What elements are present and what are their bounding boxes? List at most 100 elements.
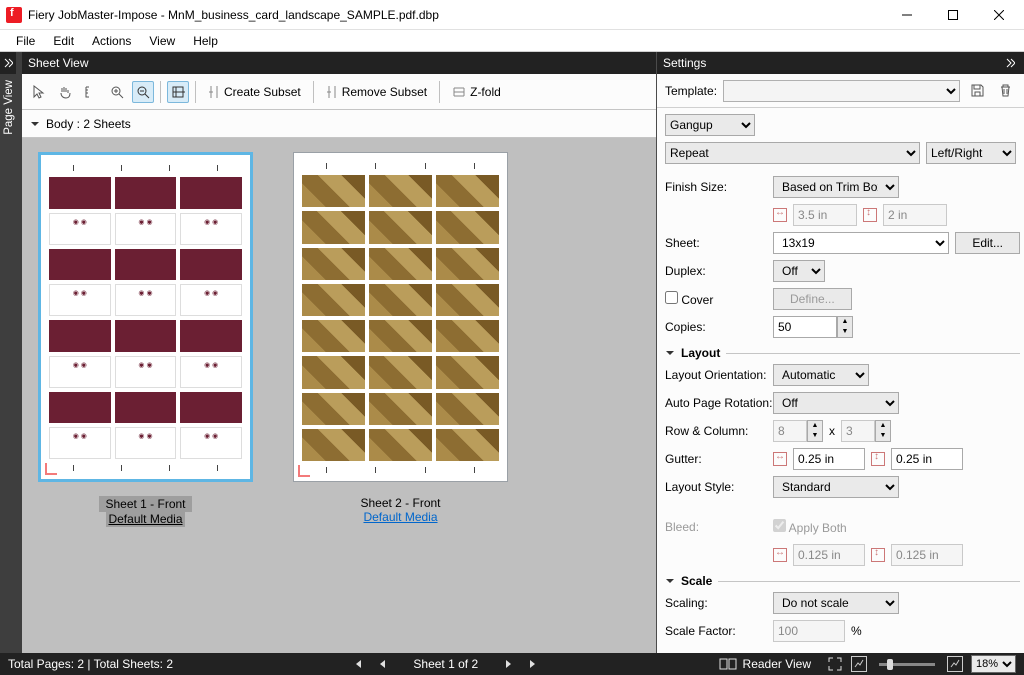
reader-view-icon[interactable]	[719, 657, 737, 671]
orientation-label: Layout Orientation:	[665, 368, 773, 382]
maximize-button[interactable]	[930, 0, 976, 29]
caret-down-icon	[665, 348, 675, 358]
sheet-edit-button[interactable]: Edit...	[955, 232, 1020, 254]
pan-tool-icon[interactable]	[54, 81, 76, 103]
menu-actions[interactable]: Actions	[84, 32, 139, 50]
origin-marker-icon	[298, 465, 310, 477]
finish-size-select[interactable]: Based on Trim Box	[773, 176, 899, 198]
bleed-v-icon	[871, 548, 885, 562]
cover-define-button: Define...	[773, 288, 852, 310]
rotation-label: Auto Page Rotation:	[665, 396, 773, 410]
copies-label: Copies:	[665, 320, 773, 334]
separator	[160, 81, 161, 103]
status-bar: Total Pages: 2 | Total Sheets: 2 Sheet 1…	[0, 653, 1024, 675]
menu-file[interactable]: File	[8, 32, 43, 50]
last-sheet-icon[interactable]	[524, 656, 542, 672]
zfold-icon	[452, 85, 466, 99]
orientation-select[interactable]: Automatic	[773, 364, 869, 386]
duplex-select[interactable]: Off	[773, 260, 825, 282]
rotation-select[interactable]: Off	[773, 392, 899, 414]
layout-style-select[interactable]: Standard	[773, 476, 899, 498]
sheet-position-text: Sheet 1 of 2	[413, 657, 478, 671]
menu-edit[interactable]: Edit	[45, 32, 82, 50]
layout-section-header[interactable]: Layout	[665, 346, 1020, 360]
first-sheet-icon[interactable]	[349, 656, 367, 672]
cover-checkbox-label[interactable]: Cover	[665, 291, 773, 307]
duplex-label: Duplex:	[665, 264, 773, 278]
copies-input[interactable]	[773, 316, 837, 338]
zoom-slider[interactable]	[879, 663, 935, 666]
origin-marker-icon	[45, 463, 57, 475]
zoom-max-icon[interactable]	[947, 656, 963, 672]
window-title: Fiery JobMaster-Impose - MnM_business_ca…	[28, 8, 884, 22]
rows-stepper[interactable]: ▲▼	[773, 420, 823, 442]
zoom-in-icon[interactable]	[106, 81, 128, 103]
separator	[313, 81, 314, 103]
sheet-2-media-link[interactable]: Default Media	[363, 510, 437, 524]
page-view-panel-label: Page View	[0, 74, 18, 141]
fit-page-icon[interactable]	[827, 656, 843, 672]
sheet-2-block[interactable]: Sheet 2 - Front Default Media	[293, 152, 508, 524]
template-label: Template:	[665, 84, 717, 98]
save-template-icon[interactable]	[966, 80, 988, 102]
zoom-select[interactable]: 18%	[971, 655, 1016, 673]
menu-help[interactable]: Help	[185, 32, 226, 50]
copies-stepper[interactable]: ▲▼	[773, 316, 853, 338]
reader-view-button[interactable]: Reader View	[743, 657, 811, 671]
gutter-h-input[interactable]	[793, 448, 865, 470]
gutter-label: Gutter:	[665, 452, 773, 466]
gangup-style-select[interactable]: Repeat	[665, 142, 920, 164]
width-icon	[773, 208, 787, 222]
zoom-out-icon[interactable]	[132, 81, 154, 103]
rows-input	[773, 420, 807, 442]
body-section-header[interactable]: Body : 2 Sheets	[22, 110, 656, 138]
settings-title: Settings	[663, 56, 1002, 70]
settings-scroll-area[interactable]: Finish Size: Based on Trim Box Sheet: 13…	[657, 168, 1024, 653]
sheet-2-thumbnail[interactable]	[293, 152, 508, 482]
scale-section-header[interactable]: Scale	[665, 574, 1020, 588]
apply-both-checkbox-label: Apply Both	[773, 519, 881, 535]
app-icon	[6, 7, 22, 23]
close-button[interactable]	[976, 0, 1022, 29]
gutter-v-input[interactable]	[891, 448, 963, 470]
collapse-settings-icon[interactable]	[1002, 52, 1018, 74]
imposition-mode-select[interactable]: Gangup	[665, 114, 755, 136]
bleed-h-input	[793, 544, 865, 566]
next-sheet-icon[interactable]	[500, 656, 518, 672]
prev-sheet-icon[interactable]	[373, 656, 391, 672]
pointer-tool-icon[interactable]	[28, 81, 50, 103]
sheet-1-caption: Sheet 1 - Front Default Media	[99, 496, 191, 526]
sheet-2-caption: Sheet 2 - Front Default Media	[360, 496, 440, 524]
sheet-1-media-link[interactable]: Default Media	[106, 511, 184, 527]
cols-stepper[interactable]: ▲▼	[841, 420, 891, 442]
layout-style-label: Layout Style:	[665, 480, 773, 494]
template-select[interactable]	[723, 80, 960, 102]
scaling-select[interactable]: Do not scale	[773, 592, 899, 614]
delete-template-icon[interactable]	[994, 80, 1016, 102]
gangup-side-select[interactable]: Left/Right	[926, 142, 1016, 164]
body-section-label: Body : 2 Sheets	[46, 117, 131, 131]
page-view-collapsed-bar[interactable]: Page View	[0, 52, 22, 653]
measure-tool-icon[interactable]	[80, 81, 102, 103]
sheet-size-select[interactable]: 13x19	[773, 232, 949, 254]
remove-subset-button[interactable]: Remove Subset	[320, 80, 433, 104]
gutter-h-icon	[773, 452, 787, 466]
bleed-v-input	[891, 544, 963, 566]
copies-up-icon[interactable]: ▲	[838, 317, 852, 327]
zfold-button[interactable]: Z-fold	[446, 80, 507, 104]
caret-down-icon	[665, 576, 675, 586]
menu-view[interactable]: View	[141, 32, 183, 50]
scale-factor-input	[773, 620, 845, 642]
settings-header: Settings	[657, 52, 1024, 74]
expand-page-view-icon[interactable]	[0, 52, 16, 74]
cover-checkbox[interactable]	[665, 291, 678, 304]
sheet-canvas[interactable]: Sheet 1 - Front Default Media	[22, 138, 656, 653]
zoom-min-icon[interactable]	[851, 656, 867, 672]
thumbnail-view-icon[interactable]	[167, 81, 189, 103]
sheet-1-block[interactable]: Sheet 1 - Front Default Media	[38, 152, 253, 526]
copies-down-icon[interactable]: ▼	[838, 327, 852, 337]
create-subset-button[interactable]: Create Subset	[202, 80, 307, 104]
minimize-button[interactable]	[884, 0, 930, 29]
height-icon	[863, 208, 877, 222]
sheet-1-thumbnail[interactable]	[38, 152, 253, 482]
